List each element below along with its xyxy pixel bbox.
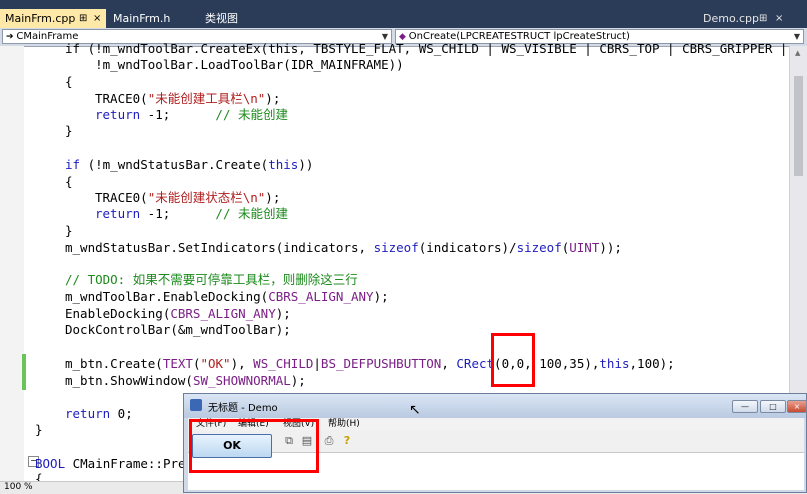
editor-gutter — [0, 46, 24, 481]
document-tab-strip: MainFrm.cpp ⊞ × MainFrm.h 类视图 Demo.cpp ⊞… — [0, 0, 807, 28]
code-line[interactable]: // TODO: 如果不需要可停靠工具栏，则删除这三行 — [65, 272, 358, 288]
app-icon — [190, 399, 202, 411]
help-icon[interactable]: ? — [339, 433, 355, 448]
menu-help[interactable]: 帮助(H) — [328, 418, 360, 430]
tab-mainfrm-h[interactable]: MainFrm.h — [108, 9, 188, 28]
scroll-up-icon[interactable]: ▲ — [795, 49, 800, 57]
close-icon[interactable]: × — [93, 9, 101, 28]
tab-demo-cpp[interactable]: Demo.cpp ⊞ × — [698, 9, 803, 28]
window-title: 无标题 - Demo — [208, 403, 278, 414]
tab-mainfrm-cpp[interactable]: MainFrm.cpp ⊞ × — [0, 9, 106, 28]
maximize-button[interactable]: □ — [760, 400, 786, 413]
code-line[interactable]: TRACE0("未能创建状态栏\n"); — [95, 190, 280, 206]
code-line[interactable]: m_wndToolBar.EnableDocking(CBRS_ALIGN_AN… — [65, 289, 389, 305]
chevron-down-icon[interactable]: ▼ — [794, 30, 800, 43]
code-line[interactable]: EnableDocking(CBRS_ALIGN_ANY); — [65, 306, 291, 322]
minimize-button[interactable]: — — [732, 400, 758, 413]
arrow-icon: ➔ — [6, 32, 17, 42]
tab-label: MainFrm.cpp — [5, 12, 76, 25]
tab-label: MainFrm.h — [113, 12, 171, 25]
code-line[interactable]: m_wndStatusBar.SetIndicators(indicators,… — [65, 240, 622, 256]
code-line[interactable]: DockControlBar(&m_wndToolBar); — [65, 322, 291, 338]
code-line[interactable]: return -1; // 未能创建 — [95, 206, 288, 222]
close-button[interactable]: × — [787, 400, 807, 413]
change-indicator — [22, 354, 26, 390]
zoom-level[interactable]: 100 % — [4, 482, 33, 493]
scroll-thumb[interactable] — [794, 76, 803, 176]
code-line[interactable]: { — [65, 174, 73, 190]
highlight-box — [491, 333, 535, 387]
tab-class-view[interactable]: 类视图 — [200, 9, 260, 28]
pin-icon[interactable]: ⊞ — [759, 9, 767, 28]
highlight-box — [189, 419, 319, 473]
code-line[interactable]: if (!m_wndStatusBar.Create(this)) — [65, 157, 313, 173]
tab-label: 类视图 — [205, 12, 238, 25]
code-line[interactable]: } — [35, 422, 43, 438]
close-icon[interactable]: × — [775, 9, 783, 28]
code-line[interactable]: return 0; — [65, 406, 133, 422]
code-line[interactable]: { — [65, 74, 73, 90]
code-line[interactable]: return -1; // 未能创建 — [95, 107, 288, 123]
print-icon[interactable]: ⎙ — [321, 433, 337, 448]
pin-icon[interactable]: ⊞ — [79, 9, 87, 28]
tab-label: Demo.cpp — [703, 12, 759, 25]
code-line[interactable]: m_btn.Create(TEXT("OK"), WS_CHILD|BS_DEF… — [65, 356, 675, 372]
code-line[interactable]: if (!m_wndToolBar.CreateEx(this, TBSTYLE… — [65, 41, 787, 57]
code-line[interactable]: m_btn.ShowWindow(SW_SHOWNORMAL); — [65, 373, 306, 389]
code-line[interactable]: BOOL CMainFrame::Pre — [35, 456, 186, 472]
window-title-bar[interactable]: 无标题 - Demo — □ × — [184, 394, 807, 418]
mouse-cursor-icon: ↖ — [409, 402, 421, 418]
code-line[interactable]: } — [65, 123, 73, 139]
code-line[interactable]: TRACE0("未能创建工具栏\n"); — [95, 91, 280, 107]
code-line[interactable]: !m_wndToolBar.LoadToolBar(IDR_MAINFRAME)… — [65, 57, 404, 73]
code-line[interactable]: } — [65, 223, 73, 239]
